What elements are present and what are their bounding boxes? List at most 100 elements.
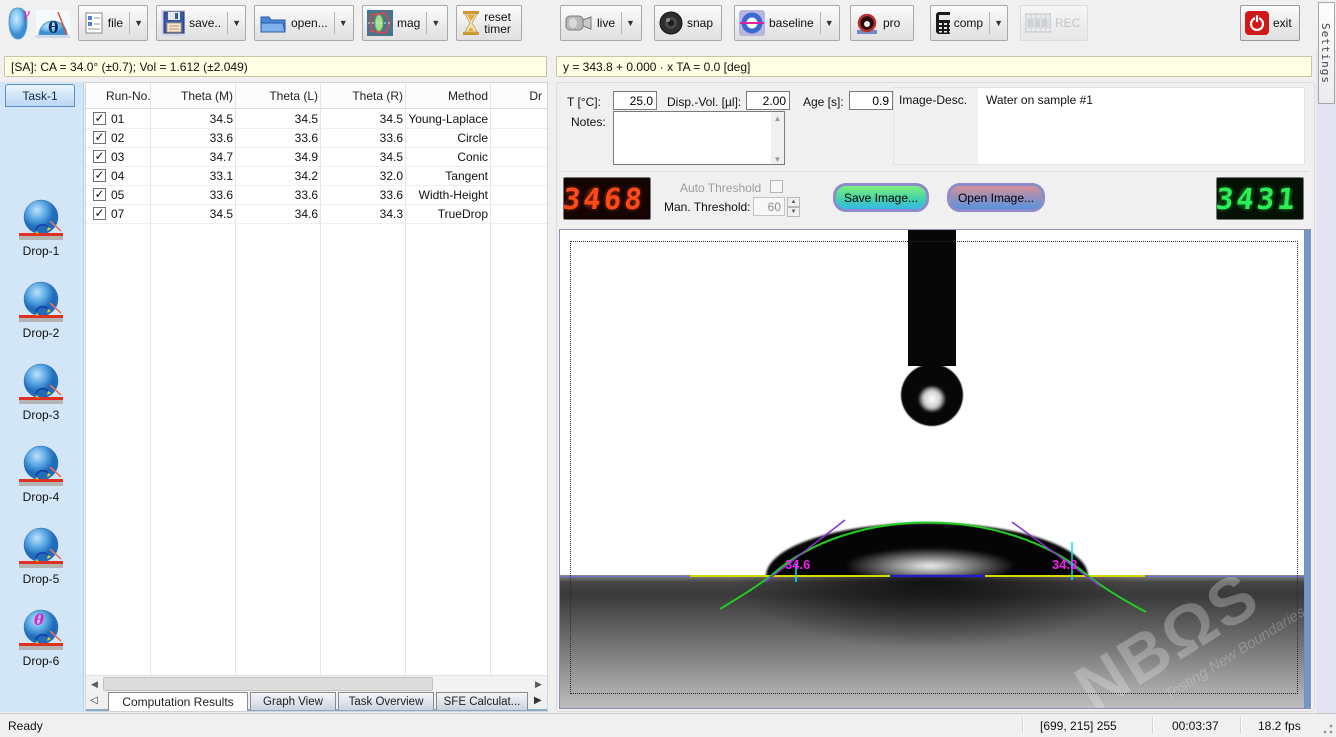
open-image-button[interactable]: Open Image... [947,183,1045,212]
live-dropdown-caret[interactable]: ▼ [621,12,635,34]
temperature-input[interactable] [613,91,657,110]
header-run-no[interactable]: Run-No. [106,89,151,103]
table-row[interactable]: ✓ 01 34.5 34.5 34.5 Young-Laplace [86,110,547,129]
svg-text:θ: θ [48,18,59,37]
tab-graph-view[interactable]: Graph View [250,692,336,710]
mag-button[interactable]: mag ▼ [362,5,448,41]
snap-button[interactable]: snap [654,5,722,41]
reset-timer-button[interactable]: reset timer [456,5,522,41]
mag-dropdown-caret[interactable]: ▼ [426,12,440,34]
pro-drop-icon [855,11,879,35]
table-horizontal-scrollbar[interactable]: ◀ ▶ [86,675,547,692]
tab-task-overview[interactable]: Task Overview [338,692,434,710]
table-row[interactable]: ✓ 04 33.1 34.2 32.0 Tangent [86,167,547,186]
tab-sfe-calculator[interactable]: SFE Calculat... [436,692,528,710]
image-desc-value[interactable]: Water on sample #1 [986,93,1093,107]
sidebar-item-drop-6[interactable]: θ Drop-6 [0,605,82,669]
tab-task-1[interactable]: Task-1 [5,84,75,107]
threshold-spin-down-icon[interactable]: ▼ [787,207,800,217]
save-button[interactable]: save.. ▼ [156,5,246,41]
scroll-left-arrow-icon[interactable]: ◀ [86,676,103,692]
header-dr[interactable]: Dr [494,89,542,103]
right-angle-seven-segment-display: 8888 3431 [1216,177,1304,220]
auto-threshold-checkbox[interactable] [770,180,783,193]
run-checkbox[interactable]: ✓ [93,131,106,144]
live-button[interactable]: live ▼ [560,5,642,41]
table-row[interactable]: ✓ 07 34.5 34.6 34.3 TrueDrop [86,205,547,224]
threshold-spin-up-icon[interactable]: ▲ [787,197,800,207]
baseline-button-label: baseline [769,16,814,30]
file-dropdown-caret[interactable]: ▼ [129,12,143,34]
temperature-label: T [°C]: [567,95,601,109]
run-checkbox[interactable]: ✓ [93,207,106,220]
age-input[interactable] [849,91,893,110]
sidebar-item-drop-4[interactable]: Drop-4 [0,441,82,505]
computation-results-table: Run-No. Theta (M) Theta (L) Theta (R) Me… [85,82,548,712]
table-row[interactable]: ✓ 03 34.7 34.9 34.5 Conic [86,148,547,167]
cell-run: 01 [111,112,124,126]
snap-lens-icon [659,11,683,35]
header-theta-m[interactable]: Theta (M) [151,89,233,103]
manual-threshold-input[interactable] [753,197,785,216]
baseline-dropdown-caret[interactable]: ▼ [820,12,834,34]
run-checkbox[interactable]: ✓ [93,188,106,201]
comp-dropdown-caret[interactable]: ▼ [989,12,1003,34]
drop-6-label: Drop-6 [0,654,82,668]
cell-run: 03 [111,150,124,164]
age-label: Age [s]: [803,95,844,109]
header-method[interactable]: Method [406,89,488,103]
scroll-right-arrow-icon[interactable]: ▶ [530,676,547,692]
tab-scroll-left-icon[interactable]: ◁ [90,695,98,706]
scroll-down-icon[interactable]: ▼ [771,155,784,164]
baseline-formula-text: y = 343.8 + 0.000 · x TA = 0.0 [deg] [563,60,750,74]
cursor-coordinates-text: [699, 215] 255 [1040,719,1117,733]
cell-method: TrueDrop [396,207,488,221]
framerate-text: 18.2 fps [1258,719,1301,733]
cell-theta-m: 34.5 [151,112,233,126]
exit-button[interactable]: exit [1240,5,1300,41]
open-button[interactable]: open... ▼ [254,5,354,41]
notes-textarea[interactable] [613,111,785,165]
tab-computation-results[interactable]: Computation Results [108,692,248,711]
run-checkbox[interactable]: ✓ [93,150,106,163]
header-theta-r[interactable]: Theta (R) [321,89,403,103]
scroll-up-icon[interactable]: ▲ [771,114,784,123]
comp-button-label: comp [954,16,983,30]
comp-button[interactable]: comp ▼ [930,5,1008,41]
cell-theta-r: 34.3 [321,207,403,221]
app-logo-sessile-drop-theta-icon: θ [36,8,70,40]
image-desc-label: Image-Desc. [899,93,967,107]
file-button[interactable]: file ▼ [78,5,148,41]
dispensed-volume-label: Disp.-Vol. [µl]: [667,95,741,109]
table-header-row: Run-No. Theta (M) Theta (L) Theta (R) Me… [86,83,547,109]
dispensed-volume-input[interactable] [746,91,790,110]
resize-grip[interactable] [1322,723,1334,735]
tab-scroll-right-icon[interactable]: ▶ [534,695,542,706]
file-icon [83,11,104,35]
sidebar-item-drop-5[interactable]: Drop-5 [0,523,82,587]
mag-button-label: mag [397,16,420,30]
table-row[interactable]: ✓ 02 33.6 33.6 33.6 Circle [86,129,547,148]
selection-rectangle[interactable] [570,241,1298,694]
header-theta-l[interactable]: Theta (L) [236,89,318,103]
save-image-button[interactable]: Save Image... [833,183,929,212]
run-checkbox[interactable]: ✓ [93,169,106,182]
cell-run: 07 [111,207,124,221]
drop-4-label: Drop-4 [0,490,82,504]
open-dropdown-caret[interactable]: ▼ [334,12,348,34]
cell-theta-r: 33.6 [321,188,403,202]
cell-theta-m: 33.6 [151,188,233,202]
sidebar-item-drop-2[interactable]: Drop-2 [0,277,82,341]
scrollbar-thumb[interactable] [103,677,433,691]
run-checkbox[interactable]: ✓ [93,112,106,125]
notes-scrollbar[interactable]: ▲▼ [771,112,784,164]
tab-settings[interactable]: Settings [1318,2,1335,104]
cell-theta-l: 33.6 [236,188,318,202]
save-dropdown-caret[interactable]: ▼ [227,12,241,34]
pro-button[interactable]: pro [850,5,914,41]
table-row[interactable]: ✓ 05 33.6 33.6 33.6 Width-Height [86,186,547,205]
sidebar-item-drop-3[interactable]: Drop-3 [0,359,82,423]
open-folder-icon [259,11,287,35]
sidebar-item-drop-1[interactable]: Drop-1 [0,195,82,259]
baseline-button[interactable]: baseline ▼ [734,5,840,41]
